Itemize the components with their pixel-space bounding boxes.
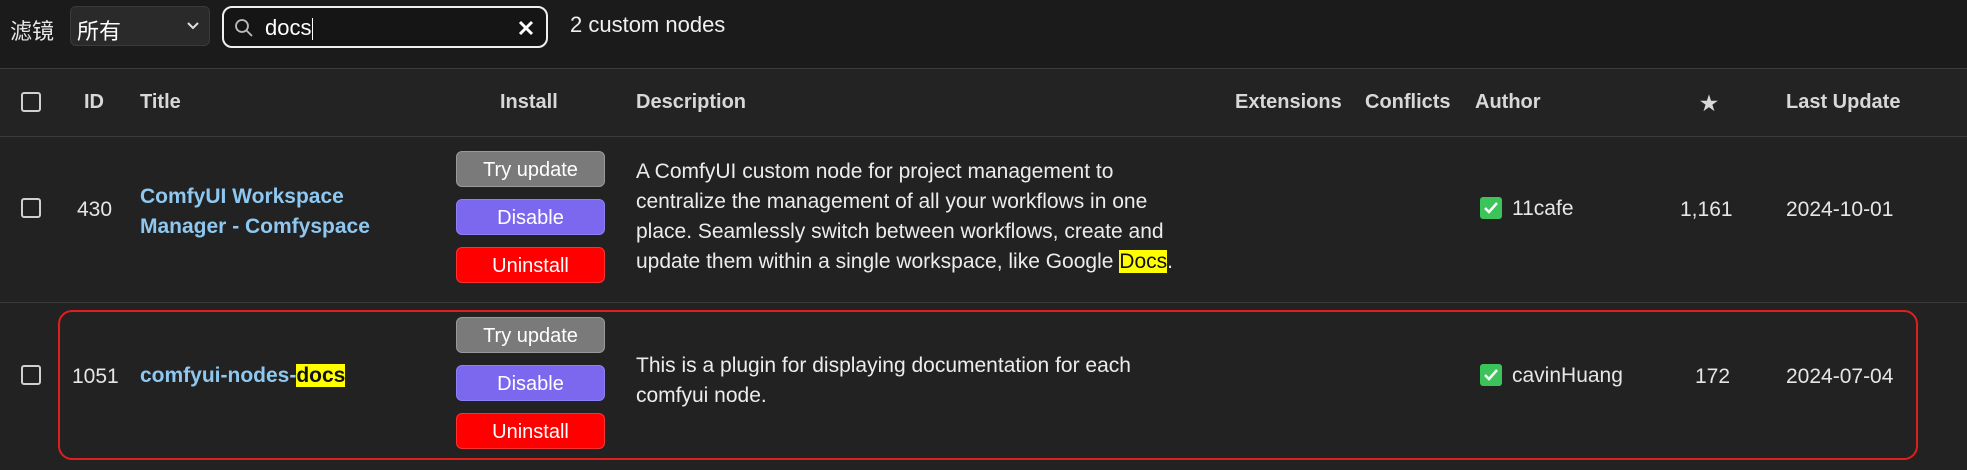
row-checkbox[interactable] [21, 198, 41, 218]
close-icon[interactable] [516, 18, 536, 38]
row-id: 1051 [72, 365, 119, 388]
last-update: 2024-07-04 [1786, 365, 1894, 388]
table-header: ID Title Install Description Extensions … [0, 69, 1967, 137]
filter-select[interactable]: 所有 [70, 6, 210, 46]
search-field[interactable]: docs [222, 6, 548, 48]
node-description: A ComfyUI custom node for project manage… [636, 160, 1173, 273]
checkmark-icon [1480, 364, 1502, 386]
col-install[interactable]: Install [500, 91, 558, 114]
chevron-down-icon [187, 22, 199, 30]
star-count: 172 [1695, 365, 1731, 388]
try-update-button[interactable]: Try update [456, 151, 605, 187]
node-title-link[interactable]: comfyui-nodes-docs [140, 361, 346, 391]
uninstall-button[interactable]: Uninstall [456, 413, 605, 449]
col-title[interactable]: Title [140, 91, 181, 114]
last-update: 2024-10-01 [1786, 198, 1894, 221]
col-author[interactable]: Author [1475, 91, 1541, 114]
row-id: 430 [77, 198, 113, 221]
checkmark-icon [1480, 197, 1502, 219]
try-update-button[interactable]: Try update [456, 317, 605, 353]
col-last-update[interactable]: Last Update [1786, 91, 1900, 114]
author-cell: 11cafe [1480, 197, 1574, 221]
node-title-link[interactable]: ComfyUI Workspace Manager - Comfyspace [140, 182, 370, 242]
uninstall-button[interactable]: Uninstall [456, 247, 605, 283]
filter-label: 滤镜 [10, 20, 55, 45]
custom-nodes-table: ID Title Install Description Extensions … [0, 68, 1967, 470]
filter-select-value: 所有 [77, 20, 122, 45]
row-checkbox[interactable] [21, 365, 41, 385]
node-description: This is a plugin for displaying document… [636, 354, 1131, 407]
star-count: 1,161 [1680, 198, 1733, 221]
filter-toolbar: 滤镜 所有 docs 2 custom nodes [0, 0, 1967, 56]
col-extensions[interactable]: Extensions [1235, 91, 1342, 114]
result-count: 2 custom nodes [570, 12, 726, 37]
author-name: 11cafe [1512, 197, 1574, 220]
author-name: cavinHuang [1512, 364, 1623, 387]
col-description[interactable]: Description [636, 91, 746, 114]
table-row: 1051 comfyui-nodes-docs Try update Disab… [0, 303, 1967, 470]
col-conflicts[interactable]: Conflicts [1365, 91, 1451, 114]
search-input[interactable]: docs [265, 15, 314, 41]
disable-button[interactable]: Disable [456, 365, 605, 401]
disable-button[interactable]: Disable [456, 199, 605, 235]
author-cell: cavinHuang [1480, 364, 1623, 388]
col-id[interactable]: ID [84, 91, 104, 114]
table-row: 430 ComfyUI Workspace Manager - Comfyspa… [0, 137, 1967, 303]
search-match-highlight: docs [296, 364, 346, 387]
select-all-checkbox[interactable] [21, 92, 41, 112]
search-icon [235, 19, 253, 37]
col-stars[interactable]: ★ [1700, 91, 1718, 116]
search-match-highlight: Docs [1119, 250, 1168, 273]
